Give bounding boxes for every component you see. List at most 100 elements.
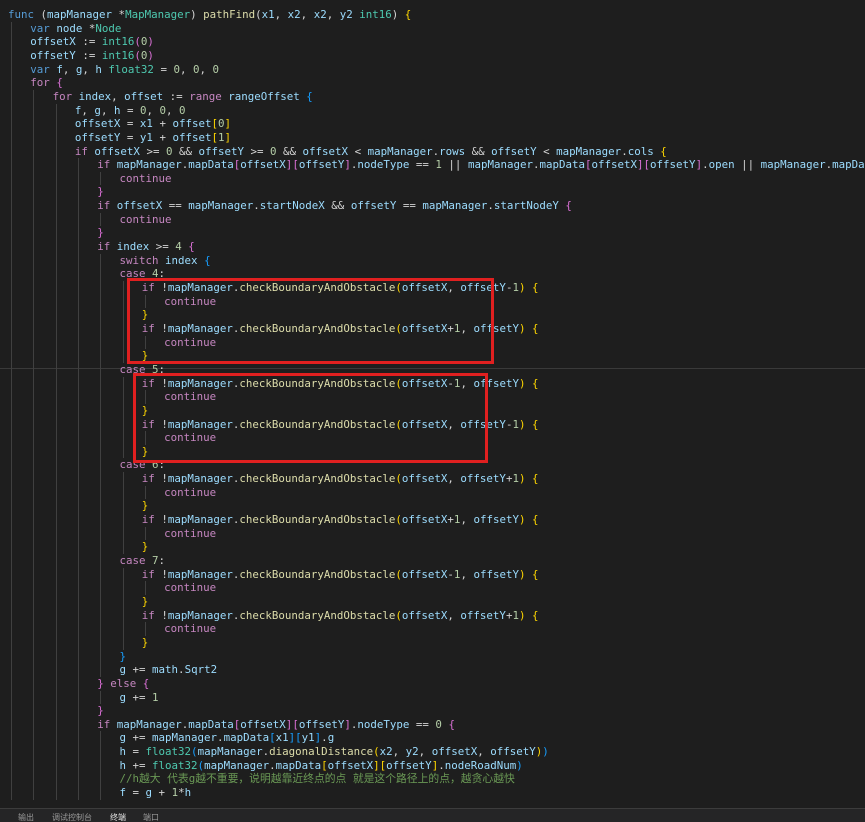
- code-token: {: [142, 676, 150, 690]
- code-token: &&: [465, 144, 492, 158]
- code-token: offsetY: [298, 158, 345, 172]
- code-token: func: [8, 8, 35, 21]
- code-token: continue: [119, 171, 172, 185]
- code-token: float32: [108, 62, 154, 76]
- code-token: ,: [166, 103, 180, 117]
- code-token: mapManager: [152, 731, 218, 745]
- code-line: }: [142, 540, 149, 554]
- code-token: index: [116, 240, 150, 254]
- code-token: ,: [274, 8, 288, 21]
- code-token: //h越大 代表g越不重要，说明越靠近终点的点 就是这个路径上的点，越贪心越快: [119, 772, 515, 786]
- code-token: Node: [95, 21, 122, 35]
- code-token: :=: [75, 48, 102, 62]
- code-token: {: [532, 608, 539, 622]
- code-token: >=: [244, 144, 271, 158]
- code-line: } else {: [97, 677, 149, 691]
- code-token: var: [30, 21, 50, 35]
- code-token: offsetX: [401, 567, 448, 581]
- code-token: y1: [301, 731, 315, 745]
- code-token: ): [147, 48, 154, 62]
- code-token: ,: [146, 103, 160, 117]
- code-line: func (mapManager *MapManager) pathFind(x…: [8, 8, 411, 22]
- code-token: ,: [300, 8, 314, 21]
- code-editor[interactable]: func (mapManager *MapManager) pathFind(x…: [0, 0, 865, 808]
- code-token: offsetY: [490, 745, 536, 759]
- code-line: g += 1: [120, 691, 159, 705]
- code-token: 0: [212, 62, 220, 76]
- code-line: continue: [120, 172, 172, 186]
- code-token: {: [404, 8, 412, 21]
- code-token: if: [141, 472, 155, 486]
- code-token: =: [153, 62, 174, 76]
- code-token: mapData: [188, 717, 234, 731]
- code-token: cols: [627, 144, 654, 158]
- code-token: startNodeX: [259, 199, 325, 213]
- code-token: offsetX: [240, 717, 286, 731]
- code-token: offsetY: [350, 199, 397, 213]
- code-token: mapManager: [116, 158, 182, 172]
- code-token: &&: [276, 144, 303, 158]
- code-token: ,: [460, 513, 474, 527]
- code-token: ,: [447, 608, 461, 622]
- code-token: checkBoundaryAndObstacle: [239, 472, 396, 486]
- code-token: mapData: [188, 158, 234, 172]
- code-line: if mapManager.mapData[offsetX][offsetY].…: [97, 158, 865, 172]
- code-token: offsetY: [298, 717, 345, 731]
- code-token: mapManager: [47, 8, 113, 21]
- indent-guide: [33, 89, 35, 800]
- code-line: f = g + 1*h: [120, 786, 192, 800]
- code-token: MapManager: [125, 8, 191, 21]
- indent-guide: [100, 171, 102, 186]
- code-token: +=: [126, 690, 153, 704]
- code-token: }: [119, 649, 127, 663]
- code-token: offsetY: [491, 144, 537, 158]
- code-token: nodeRoadNum: [444, 758, 517, 772]
- code-token: open: [708, 158, 735, 172]
- code-token: mapManager: [367, 144, 433, 158]
- code-token: x1: [275, 731, 289, 745]
- indent-guide: [77, 158, 79, 800]
- code-token: offset: [124, 89, 164, 103]
- code-token: &&: [172, 144, 199, 158]
- code-line: continue: [164, 527, 216, 541]
- code-token: range: [189, 89, 222, 103]
- code-line: g += mapManager.mapData[x1][y1].g: [120, 731, 335, 745]
- code-token: ): [391, 8, 405, 21]
- code-token: +=: [126, 731, 153, 745]
- code-token: checkBoundaryAndObstacle: [239, 567, 396, 581]
- code-token: offsetY: [198, 144, 244, 158]
- code-line: continue: [164, 622, 216, 636]
- code-token: mapManager: [556, 144, 622, 158]
- code-token: &&: [324, 199, 351, 213]
- code-token: >=: [149, 240, 176, 254]
- code-token: ,: [111, 89, 125, 103]
- code-token: {: [532, 376, 539, 390]
- code-token: <: [536, 144, 557, 158]
- code-token: =: [126, 745, 146, 759]
- code-token: ,: [477, 745, 491, 759]
- code-token: !: [154, 472, 168, 486]
- code-token: =: [120, 103, 140, 117]
- code-token: offsetX: [94, 144, 140, 158]
- code-line: if mapManager.mapData[offsetX][offsetY].…: [97, 718, 455, 732]
- code-line: }: [142, 499, 149, 513]
- code-token: offsetX: [30, 35, 76, 49]
- code-token: offsetX: [401, 608, 448, 622]
- code-token: offsetY: [460, 472, 506, 486]
- bottom-panel-tabs: 输出 调试控制台 终端 端口: [0, 808, 865, 822]
- indent-guide: [122, 567, 124, 650]
- code-token: ,: [199, 62, 213, 76]
- code-line: var node *Node: [30, 22, 121, 36]
- code-token: mapManager: [422, 199, 488, 213]
- code-token: continue: [164, 581, 217, 595]
- code-line: if offsetX >= 0 && offsetY >= 0 && offse…: [75, 145, 667, 159]
- code-token: mapManager: [167, 567, 233, 581]
- code-token: }: [141, 499, 149, 513]
- code-token: x1: [139, 117, 153, 131]
- code-line: if !mapManager.checkBoundaryAndObstacle(…: [142, 609, 539, 623]
- code-token: int16: [101, 48, 135, 62]
- code-token: ): [516, 758, 523, 772]
- code-token: =: [120, 130, 140, 144]
- code-token: if: [141, 513, 155, 527]
- code-token: for: [52, 89, 73, 103]
